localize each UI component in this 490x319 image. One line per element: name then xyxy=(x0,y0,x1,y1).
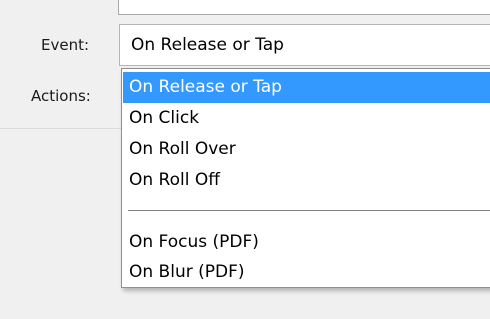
event-label: Event: xyxy=(41,36,90,54)
option-on-release-or-tap[interactable]: On Release or Tap xyxy=(123,72,490,103)
option-on-roll-over[interactable]: On Roll Over xyxy=(123,134,490,165)
previous-field[interactable] xyxy=(118,0,490,15)
event-dropdown-list: On Release or Tap On Click On Roll Over … xyxy=(121,68,490,288)
option-on-click[interactable]: On Click xyxy=(123,103,490,134)
dropdown-separator xyxy=(128,210,490,211)
option-on-blur-pdf[interactable]: On Blur (PDF) xyxy=(123,257,490,288)
event-select-value: On Release or Tap xyxy=(131,35,284,55)
option-on-focus-pdf[interactable]: On Focus (PDF) xyxy=(123,227,490,258)
event-select[interactable]: On Release or Tap xyxy=(119,24,490,66)
actions-label: Actions: xyxy=(31,87,91,105)
option-on-roll-off[interactable]: On Roll Off xyxy=(123,165,490,196)
